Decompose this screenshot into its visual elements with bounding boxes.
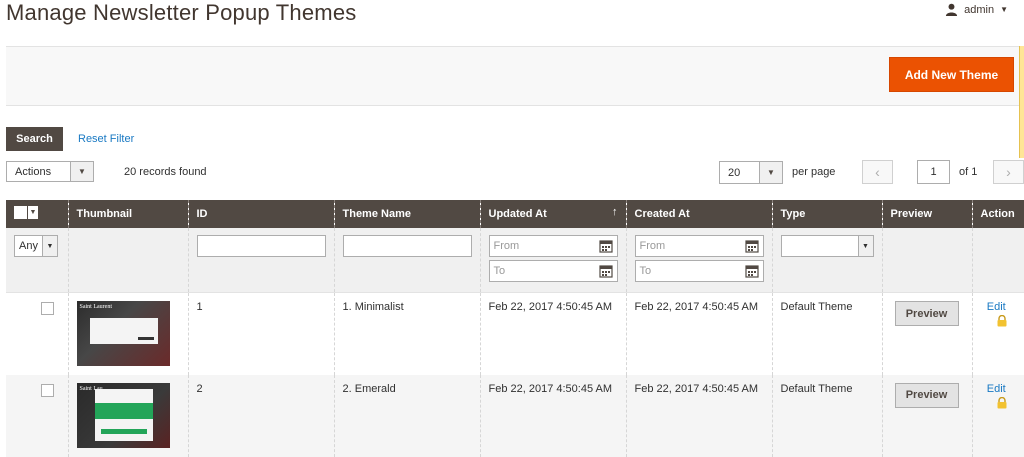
lock-icon (997, 396, 1006, 408)
page-actions-bar: Add New Theme (6, 46, 1024, 106)
from-placeholder: From (493, 240, 520, 252)
per-page-value: 20 (728, 167, 741, 179)
lock-icon (997, 315, 1006, 327)
select-all-checkbox[interactable] (14, 206, 27, 219)
next-page-button[interactable]: › (993, 160, 1024, 184)
mass-select-filter[interactable]: Any ▼ (14, 235, 58, 257)
filter-row: Any ▼ From To From To ▼ (6, 228, 1024, 293)
sort-arrow-up-icon: ↑ (612, 206, 618, 218)
to-placeholder: To (493, 265, 506, 277)
mass-actions-select[interactable]: Actions ▼ (6, 161, 94, 182)
column-type[interactable]: Type (771, 200, 882, 228)
updated-from-input[interactable]: From (488, 235, 618, 257)
cell-theme-name: 1. Minimalist (333, 292, 480, 375)
add-new-theme-button[interactable]: Add New Theme (889, 57, 1014, 92)
calendar-icon[interactable] (598, 264, 613, 278)
column-updated-at[interactable]: Updated At ↑ (479, 200, 626, 228)
page-title: Manage Newsletter Popup Themes (6, 0, 357, 25)
cell-updated-at: Feb 22, 2017 4:50:45 AM (479, 374, 626, 457)
actions-select-label: Actions (15, 166, 52, 178)
updated-to-input[interactable]: To (488, 260, 618, 282)
row-checkbox[interactable] (41, 383, 54, 397)
records-count: 20 records found (124, 166, 207, 178)
chevron-down-icon: ▼ (759, 162, 782, 183)
preview-button[interactable]: Preview (894, 301, 959, 326)
column-id[interactable]: ID (187, 200, 334, 228)
page-number-input[interactable]: 1 (917, 160, 950, 184)
chevron-down-icon: ▼ (42, 236, 57, 256)
table-row: Saint Lau 2 2. Emerald Feb 22, 2017 4:50… (6, 374, 1024, 457)
created-to-input[interactable]: To (634, 260, 764, 282)
calendar-icon[interactable] (598, 239, 613, 253)
chevron-down-icon: ▼ (70, 162, 93, 181)
calendar-icon[interactable] (744, 264, 759, 278)
edit-link[interactable]: Edit (977, 383, 1017, 395)
caret-down-icon: ▼ (1000, 5, 1008, 14)
search-button[interactable]: Search (6, 127, 63, 151)
calendar-icon[interactable] (744, 239, 759, 253)
select-all-header[interactable]: ▼ (6, 200, 68, 228)
column-thumbnail: Thumbnail (67, 200, 188, 228)
cell-created-at: Feb 22, 2017 4:50:45 AM (625, 292, 772, 375)
thumbnail-button (137, 337, 154, 340)
thumbnail-green-banner (94, 402, 153, 419)
theme-thumbnail: Saint Laurent (76, 301, 170, 366)
type-filter-select[interactable]: ▼ (780, 235, 874, 257)
cell-id: 1 (187, 292, 334, 375)
admin-user-menu[interactable]: admin ▼ (945, 3, 1008, 16)
cell-created-at: Feb 22, 2017 4:50:45 AM (625, 374, 772, 457)
chevron-down-icon: ▼ (857, 236, 873, 256)
column-created-at[interactable]: Created At (625, 200, 772, 228)
previous-page-button[interactable]: ‹ (862, 160, 893, 184)
from-placeholder: From (639, 240, 666, 252)
column-theme-name[interactable]: Theme Name (333, 200, 480, 228)
cell-id: 2 (187, 374, 334, 457)
theme-thumbnail: Saint Lau (76, 382, 170, 448)
per-page-select[interactable]: 20 ▼ (719, 161, 783, 184)
per-page-label: per page (792, 166, 836, 178)
chevron-down-icon[interactable]: ▼ (28, 206, 38, 219)
column-action: Action (971, 200, 1024, 228)
id-filter-input[interactable] (196, 235, 326, 257)
theme-name-filter-input[interactable] (342, 235, 472, 257)
column-updated-at-label: Updated At (488, 208, 547, 220)
admin-username: admin (964, 3, 995, 16)
cell-type: Default Theme (771, 292, 882, 375)
chevron-left-icon: ‹ (875, 164, 880, 180)
themes-grid: ▼ Thumbnail ID Theme Name Updated At ↑ Cr… (6, 200, 1024, 457)
cell-theme-name: 2. Emerald (333, 374, 480, 457)
page-total: of 1 (959, 166, 978, 178)
cell-type: Default Theme (771, 374, 882, 457)
any-label: Any (19, 240, 38, 252)
table-row: Saint Laurent 1 1. Minimalist Feb 22, 20… (6, 292, 1024, 375)
thumbnail-brand-text: Saint Laurent (79, 304, 113, 310)
reset-filter-link[interactable]: Reset Filter (78, 133, 134, 145)
user-icon (946, 3, 958, 16)
column-preview: Preview (881, 200, 972, 228)
created-from-input[interactable]: From (634, 235, 764, 257)
cell-updated-at: Feb 22, 2017 4:50:45 AM (479, 292, 626, 375)
thumbnail-modal (89, 318, 158, 344)
chevron-right-icon: › (1006, 164, 1011, 180)
edit-link[interactable]: Edit (977, 301, 1017, 313)
preview-button[interactable]: Preview (894, 382, 959, 408)
to-placeholder: To (639, 265, 652, 277)
notification-strip (1019, 46, 1024, 158)
row-checkbox[interactable] (41, 302, 54, 315)
thumbnail-button (100, 428, 147, 434)
